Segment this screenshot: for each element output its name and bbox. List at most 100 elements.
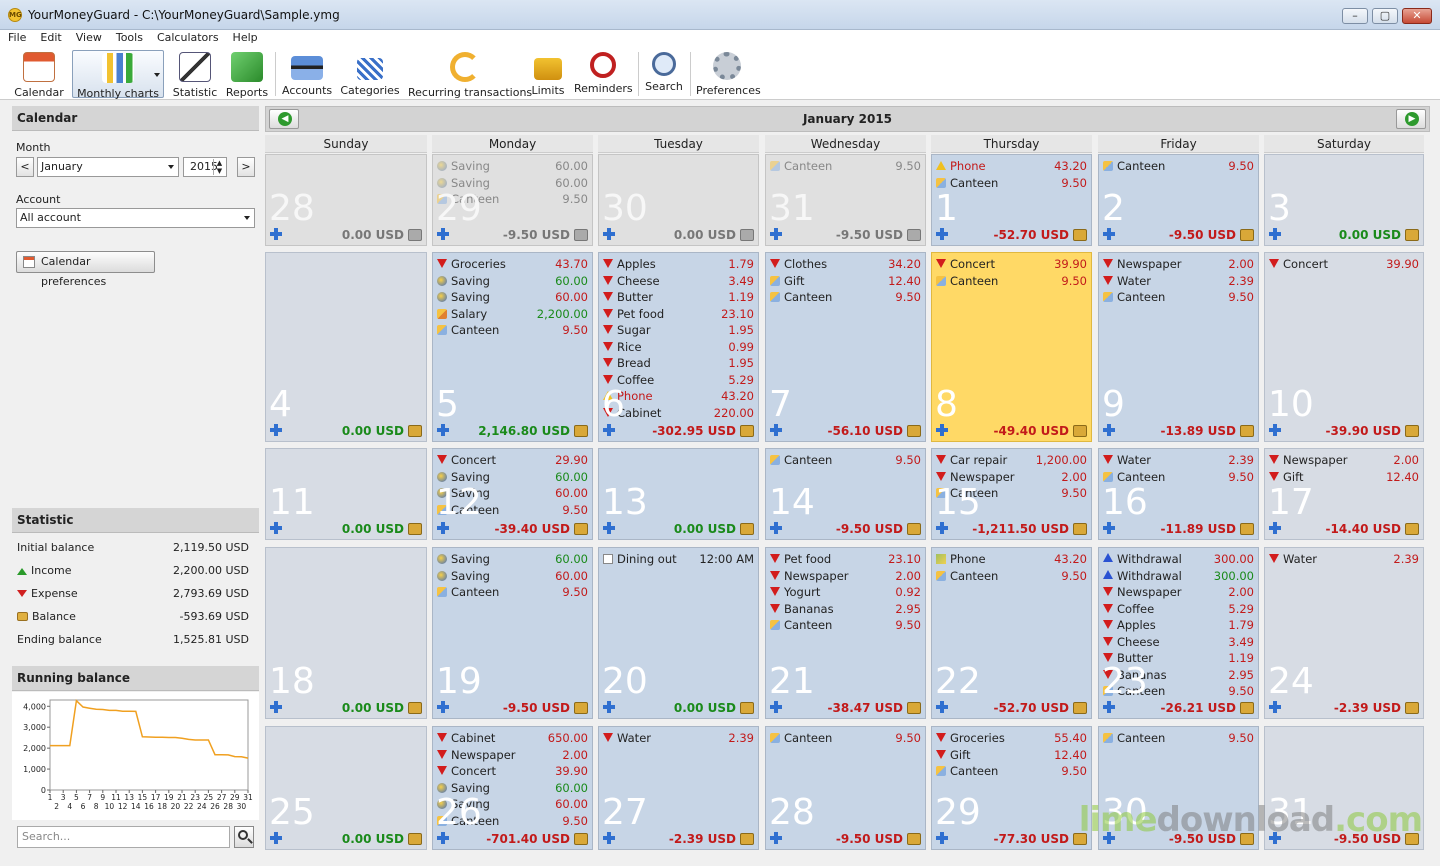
transaction-item[interactable]: Phone 43.20 — [603, 388, 754, 405]
day-cell[interactable]: Saving 60.00 Saving 60.00 Canteen 9.50 29 -9.50… — [432, 154, 593, 246]
transaction-item[interactable]: Saving 60.00 — [437, 551, 588, 568]
add-transaction-icon[interactable] — [437, 701, 449, 713]
add-transaction-icon[interactable] — [603, 424, 615, 436]
day-cell[interactable]: 30 0.00 USD — [598, 154, 759, 246]
calendar-button[interactable]: Calendar — [12, 50, 66, 99]
add-transaction-icon[interactable] — [1269, 701, 1281, 713]
transaction-item[interactable]: Coffee 5.29 — [603, 372, 754, 389]
transaction-item[interactable]: Clothes 34.20 — [770, 256, 921, 273]
day-cell[interactable]: 4 0.00 USD — [265, 252, 427, 442]
transaction-item[interactable]: Car repair 1,200.00 — [936, 452, 1087, 469]
day-cell[interactable]: Water 2.39 24 -2.39 USD — [1264, 547, 1424, 719]
day-cell[interactable]: Saving 60.00 Saving 60.00 Canteen 9.50 19 -9.50… — [432, 547, 593, 719]
day-cell[interactable]: Withdrawal 300.00 Withdrawal 300.00 Newspape… — [1098, 547, 1259, 719]
transaction-item[interactable]: Salary 2,200.00 — [437, 306, 588, 323]
transaction-item[interactable]: Apples 1.79 — [1103, 617, 1254, 634]
day-cell[interactable]: Canteen 9.50 28 -9.50 USD — [765, 726, 926, 850]
add-transaction-icon[interactable] — [603, 701, 615, 713]
transaction-item[interactable]: Canteen 9.50 — [437, 584, 588, 601]
add-transaction-icon[interactable] — [603, 522, 615, 534]
transaction-item[interactable]: Newspaper 2.00 — [770, 568, 921, 585]
transaction-item[interactable]: Withdrawal 300.00 — [1103, 568, 1254, 585]
transaction-item[interactable]: Pet food 23.10 — [603, 306, 754, 323]
day-cell[interactable]: Groceries 55.40 Gift 12.40 Canteen 9.50 29 -77.… — [931, 726, 1092, 850]
add-transaction-icon[interactable] — [437, 832, 449, 844]
transaction-item[interactable]: Canteen 9.50 — [770, 289, 921, 306]
transaction-item[interactable]: Water 2.39 — [603, 730, 754, 747]
transaction-item[interactable]: Cabinet 220.00 — [603, 405, 754, 422]
month-select[interactable]: January — [37, 157, 179, 177]
transaction-item[interactable]: Canteen 9.50 — [770, 158, 921, 175]
day-cell[interactable]: Car repair 1,200.00 Newspaper 2.00 Canteen 9.… — [931, 448, 1092, 540]
add-transaction-icon[interactable] — [770, 522, 782, 534]
add-transaction-icon[interactable] — [770, 228, 782, 240]
day-cell[interactable]: Concert 29.90 Saving 60.00 Saving 60.00 Cantee… — [432, 448, 593, 540]
day-cell[interactable]: Concert 39.90 10 -39.90 USD — [1264, 252, 1424, 442]
maximize-button[interactable]: ▢ — [1372, 8, 1398, 24]
transaction-item[interactable]: Concert 39.90 — [437, 763, 588, 780]
add-transaction-icon[interactable] — [437, 522, 449, 534]
day-cell[interactable]: Water 2.39 27 -2.39 USD — [598, 726, 759, 850]
transaction-item[interactable]: Water 2.39 — [1103, 452, 1254, 469]
day-cell[interactable]: Phone 43.20 Canteen 9.50 1 -52.70 USD — [931, 154, 1092, 246]
transaction-item[interactable]: Canteen 9.50 — [770, 617, 921, 634]
add-transaction-icon[interactable] — [270, 701, 282, 713]
day-cell[interactable]: 18 0.00 USD — [265, 547, 427, 719]
day-cell[interactable]: 11 0.00 USD — [265, 448, 427, 540]
transaction-item[interactable]: Yogurt 0.92 — [770, 584, 921, 601]
add-transaction-icon[interactable] — [1103, 228, 1115, 240]
transaction-item[interactable]: Canteen 9.50 — [770, 730, 921, 747]
monthly-charts-button[interactable]: Monthly charts — [72, 50, 164, 100]
day-cell[interactable]: Phone 43.20 Canteen 9.50 22 -52.70 USD — [931, 547, 1092, 719]
search-go-button[interactable] — [234, 826, 254, 848]
day-cell[interactable]: Pet food 23.10 Newspaper 2.00 Yogurt 0.92 Bana… — [765, 547, 926, 719]
day-cell[interactable]: Clothes 34.20 Gift 12.40 Canteen 9.50 7 -56.10 … — [765, 252, 926, 442]
transaction-item[interactable]: Cheese 3.49 — [1103, 634, 1254, 651]
add-transaction-icon[interactable] — [1269, 228, 1281, 240]
transaction-item[interactable]: Groceries 55.40 — [936, 730, 1087, 747]
categories-button[interactable]: Categories — [340, 50, 400, 98]
transaction-item[interactable]: Canteen 9.50 — [1103, 730, 1254, 747]
add-transaction-icon[interactable] — [437, 228, 449, 240]
transaction-item[interactable]: Canteen 9.50 — [1103, 158, 1254, 175]
day-cell[interactable]: Newspaper 2.00 Water 2.39 Canteen 9.50 9 -13.89… — [1098, 252, 1259, 442]
prev-month-arrow-button[interactable]: ◀ — [269, 109, 299, 129]
add-transaction-icon[interactable] — [1269, 424, 1281, 436]
transaction-item[interactable]: Concert 39.90 — [1269, 256, 1419, 273]
transaction-item[interactable]: Newspaper 2.00 — [1103, 584, 1254, 601]
transaction-item[interactable]: Bread 1.95 — [603, 355, 754, 372]
add-transaction-icon[interactable] — [770, 424, 782, 436]
transaction-item[interactable]: Newspaper 2.00 — [437, 747, 588, 764]
calendar-preferences-button[interactable]: Calendar preferences — [16, 251, 155, 288]
next-month-button[interactable]: > — [237, 157, 255, 177]
add-transaction-icon[interactable] — [270, 522, 282, 534]
menu-tools[interactable]: Tools — [110, 30, 149, 46]
day-cell[interactable]: Groceries 43.70 Saving 60.00 Saving 60.00 Sala… — [432, 252, 593, 442]
day-cell[interactable]: Apples 1.79 Cheese 3.49 Butter 1.19 Pet food 23… — [598, 252, 759, 442]
transaction-item[interactable]: Groceries 43.70 — [437, 256, 588, 273]
transaction-item[interactable]: Gift 12.40 — [936, 747, 1087, 764]
day-cell[interactable]: 3 0.00 USD — [1264, 154, 1424, 246]
reports-button[interactable]: Reports — [225, 50, 269, 99]
minimize-button[interactable]: – — [1342, 8, 1368, 24]
add-transaction-icon[interactable] — [603, 832, 615, 844]
add-transaction-icon[interactable] — [936, 832, 948, 844]
transaction-item[interactable]: Concert 39.90 — [936, 256, 1087, 273]
add-transaction-icon[interactable] — [770, 701, 782, 713]
search-input[interactable]: Search... — [17, 826, 230, 848]
transaction-item[interactable]: Concert 29.90 — [437, 452, 588, 469]
day-cell[interactable]: Canteen 9.50 14 -9.50 USD — [765, 448, 926, 540]
transaction-item[interactable]: Saving 60.00 — [437, 273, 588, 290]
transaction-item[interactable]: Saving 60.00 — [437, 568, 588, 585]
add-transaction-icon[interactable] — [270, 832, 282, 844]
transaction-item[interactable]: Newspaper 2.00 — [1103, 256, 1254, 273]
transaction-item[interactable]: Cheese 3.49 — [603, 273, 754, 290]
accounts-button[interactable]: Accounts — [282, 50, 332, 98]
transaction-item[interactable]: Butter 1.19 — [603, 289, 754, 306]
add-transaction-icon[interactable] — [437, 424, 449, 436]
close-button[interactable]: ✕ — [1402, 8, 1432, 24]
transaction-item[interactable]: Canteen 9.50 — [936, 273, 1087, 290]
year-spinner[interactable]: 2015 ▲ ▼ — [183, 157, 227, 177]
add-transaction-icon[interactable] — [1103, 522, 1115, 534]
limits-button[interactable]: Limits — [528, 50, 568, 98]
